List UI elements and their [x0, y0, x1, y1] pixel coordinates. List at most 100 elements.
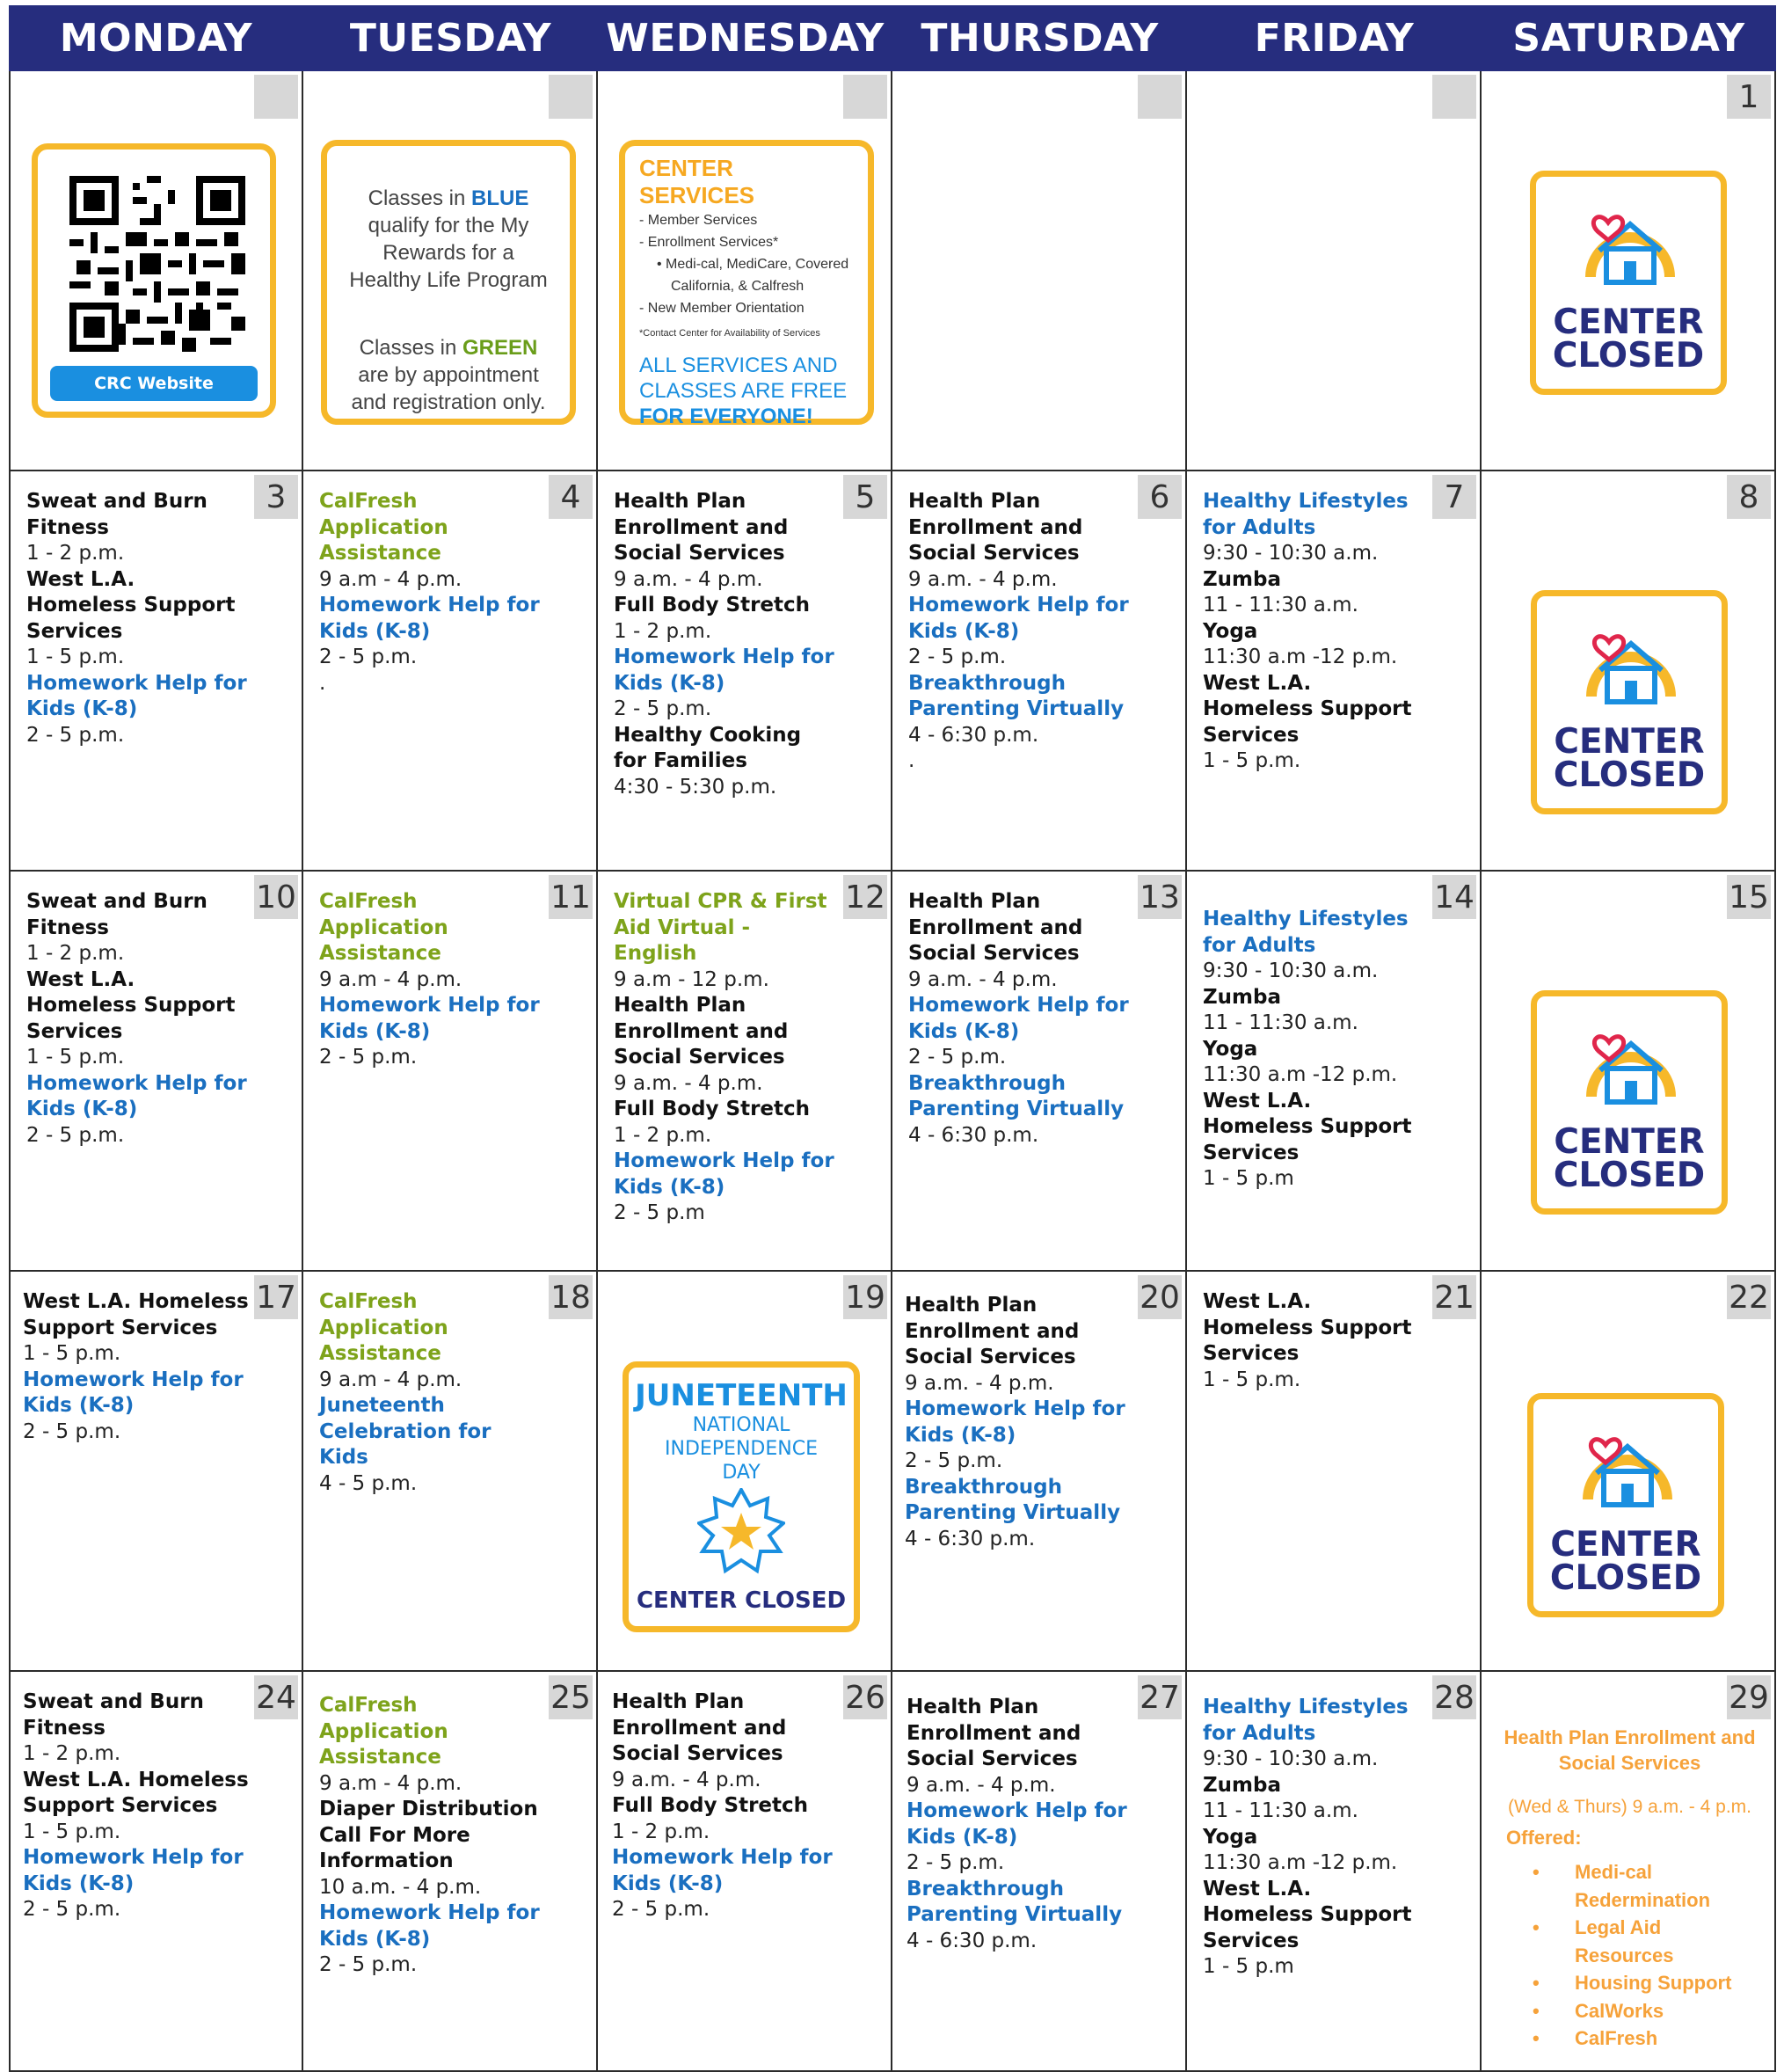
juneteenth-sub: DAY: [722, 1462, 761, 1484]
event-title: Zumba: [1203, 567, 1282, 591]
event-title: Zumba: [1203, 985, 1282, 1009]
event-time: 9:30 - 10:30 a.m.: [1203, 542, 1379, 565]
offered-item: Legal Aid Resources: [1497, 1914, 1762, 1969]
offered-item: CalWorks: [1497, 1997, 1762, 2025]
cell-w3-wed: 12 Virtual CPR & First Aid Virtual - Eng…: [598, 872, 892, 1272]
home-heart-icon: [1586, 1034, 1676, 1105]
offered-item: Medi-cal Redermination: [1497, 1858, 1762, 1914]
date-badge: 25: [549, 1675, 593, 1719]
event-list: CalFresh Application Assistance 9 a.m - 4…: [319, 889, 543, 1071]
event-time: 2 - 5 p.m.: [319, 1953, 418, 1976]
event-time: 11:30 a.m -12 p.m.: [1203, 1063, 1398, 1086]
event-title: Homework Help for Kids (K-8): [614, 1149, 834, 1199]
event-list: Healthy Lifestyles for Adults 9:30 - 10:3…: [1203, 907, 1427, 1193]
cell-w3-mon: 10 Sweat and Burn Fitness 1 - 2 p.m. West …: [9, 872, 303, 1272]
class-legend-card: Classes in BLUE qualify for the My Rewar…: [321, 140, 576, 425]
closed-word: CLOSED: [1552, 336, 1705, 376]
cell-w3-thu: 13 Health Plan Enrollment and Social Ser…: [892, 872, 1187, 1272]
crc-website-button[interactable]: CRC Website: [50, 366, 258, 401]
cell-w2-wed: 5 Health Plan Enrollment and Social Serv…: [598, 471, 892, 872]
event-title: West L.A. Homeless Support Services: [26, 567, 236, 643]
event-time: 9 a.m - 12 p.m.: [614, 967, 769, 991]
event-title: Sweat and Burn Fitness: [26, 490, 208, 539]
event-title: West L.A. Homeless Support Services: [1203, 1290, 1412, 1365]
juneteenth-sub: NATIONAL: [692, 1414, 790, 1436]
event-time: 11 - 11:30 a.m.: [1203, 1799, 1358, 1822]
star-burst-icon: [695, 1485, 787, 1574]
cell-w2-fri: 7 Healthy Lifestyles for Adults 9:30 - 10…: [1187, 471, 1482, 872]
event-list: Virtual CPR & First Aid Virtual - Englis…: [614, 889, 838, 1227]
qr-card[interactable]: CRC Website: [32, 143, 276, 418]
date-badge: 27: [1138, 1675, 1182, 1719]
center-closed-badge: CENTER CLOSED: [1527, 1393, 1724, 1617]
event-title: West L.A. Homeless Support Services: [1203, 1089, 1412, 1164]
event-title: Homework Help for Kids (K-8): [319, 1901, 540, 1951]
free-line: CLASSES ARE FREE: [639, 379, 848, 403]
event-list: West L.A. Homeless Support Services 1 - 5…: [23, 1289, 249, 1445]
juneteenth-title: JUNETEENTH: [635, 1378, 848, 1413]
offered-item: CalFresh: [1497, 2025, 1762, 2053]
closed-word: CLOSED: [1553, 1156, 1706, 1195]
date-badge: 22: [1727, 1275, 1771, 1319]
event-title: Healthy Lifestyles for Adults: [1203, 1696, 1409, 1745]
cell-w4-wed: 19 JUNETEENTH NATIONAL INDEPENDENCE DAY …: [598, 1272, 892, 1672]
event-title: Breakthrough Parenting Virtually: [908, 1071, 1125, 1121]
event-list: Health Plan Enrollment and Social Servic…: [908, 489, 1132, 775]
weekday-header: MONDAY TUESDAY WEDNESDAY THURSDAY FRIDAY…: [9, 5, 1776, 71]
event-time: 1 - 5 p.m: [1203, 1167, 1294, 1190]
qr-code-icon: [69, 176, 245, 352]
day-header-saturday: SATURDAY: [1512, 16, 1745, 61]
event-time: 9 a.m. - 4 p.m.: [905, 1371, 1054, 1395]
event-time: 4 - 6:30 p.m.: [905, 1527, 1036, 1550]
event-time: 4 - 5 p.m.: [319, 1471, 418, 1495]
event-title: CalFresh Application Assistance: [319, 890, 448, 965]
notice-title: Health Plan Enrollment and Social Servic…: [1504, 1726, 1756, 1774]
cell-w2-thu: 6 Health Plan Enrollment and Social Serv…: [892, 471, 1187, 872]
event-time: 2 - 5 p.m.: [26, 723, 125, 747]
event-time: .: [908, 749, 915, 772]
event-list: CalFresh Application Assistance 9 a.m - 4…: [319, 489, 543, 697]
center-closed-text: CENTER CLOSED: [1536, 305, 1721, 376]
event-time: .: [319, 671, 326, 695]
event-time: 11:30 a.m -12 p.m.: [1203, 1851, 1398, 1874]
date-badge: 12: [843, 875, 887, 919]
event-title: Juneteenth Celebration for Kids: [319, 1394, 492, 1469]
class-legend-green: Classes in GREEN are by appointment and …: [327, 334, 570, 416]
date-badge: 3: [254, 475, 298, 519]
event-time: 2 - 5 p.m.: [612, 1898, 710, 1921]
event-list: Sweat and Burn Fitness 1 - 2 p.m. West L.A…: [23, 1689, 249, 1923]
date-badge: 20: [1138, 1275, 1182, 1319]
cell-w1-tue: Classes in BLUE qualify for the My Rewar…: [303, 71, 598, 471]
event-title: Health Plan Enrollment and Social Servic…: [612, 1690, 787, 1765]
event-list: West L.A. Homeless Support Services 1 - 5…: [1203, 1289, 1427, 1393]
event-title: CalFresh Application Assistance: [319, 1290, 448, 1365]
date-badge: 11: [549, 875, 593, 919]
event-list: Health Plan Enrollment and Social Servic…: [614, 489, 838, 800]
event-time: 1 - 2 p.m.: [26, 542, 125, 565]
legend-green-word: GREEN: [462, 336, 538, 360]
date-badge: 1: [1727, 75, 1771, 119]
cell-w1-fri: [1187, 71, 1482, 471]
event-time: 1 - 5 p.m: [1203, 1955, 1294, 1978]
juneteenth-closed: CENTER CLOSED: [636, 1587, 847, 1614]
event-title: Homework Help for Kids (K-8): [907, 1799, 1127, 1849]
event-time: 2 - 5 p.m.: [908, 646, 1007, 668]
event-title: Health Plan Enrollment and Social Servic…: [905, 1294, 1080, 1368]
event-list: Health Plan Enrollment and Social Servic…: [908, 889, 1132, 1149]
date-badge: 15: [1727, 875, 1771, 919]
event-title: Breakthrough Parenting Virtually: [905, 1475, 1121, 1525]
date-badge: [254, 75, 298, 119]
service-item: - New Member Orientation: [639, 301, 805, 316]
cell-w4-mon: 17 West L.A. Homeless Support Services 1 …: [9, 1272, 303, 1672]
event-title: West L.A. Homeless Support Services: [26, 967, 236, 1043]
event-time: 2 - 5 p.m.: [319, 1046, 418, 1069]
event-title: Homework Help for Kids (K-8): [23, 1368, 244, 1418]
cell-w5-tue: 25 CalFresh Application Assistance 9 a.m …: [303, 1672, 598, 2072]
date-badge: 28: [1432, 1675, 1476, 1719]
date-badge: 26: [843, 1675, 887, 1719]
date-badge: [843, 75, 887, 119]
event-time: 11 - 11:30 a.m.: [1203, 1011, 1358, 1034]
offered-item: Housing Support: [1497, 1969, 1762, 1997]
event-title: Healthy Lifestyles for Adults: [1203, 490, 1409, 539]
event-time: 9 a.m - 4 p.m.: [319, 1771, 462, 1795]
